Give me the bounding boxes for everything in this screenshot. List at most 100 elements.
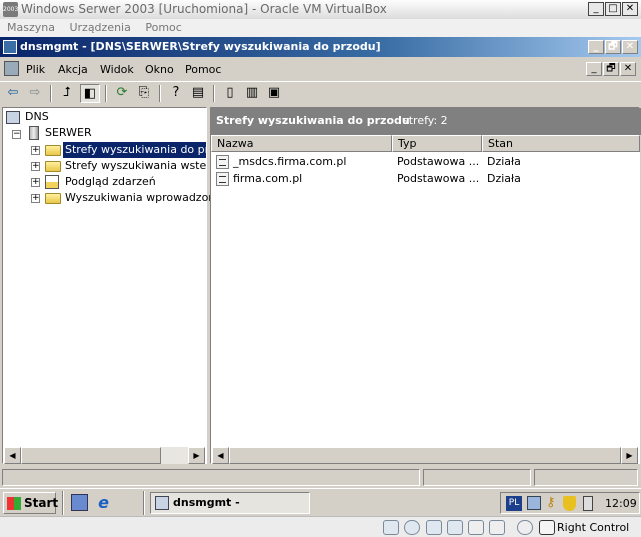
results-pane: Strefy wyszukiwania do przodu strefy: 2 … bbox=[210, 107, 641, 464]
tree-node-forward-zones[interactable]: Strefy wyszukiwania do przodu bbox=[63, 142, 206, 158]
status-panel-main bbox=[2, 469, 420, 486]
virtualbox-statusbar: Right Control bbox=[0, 516, 641, 537]
video-capture-icon[interactable] bbox=[517, 520, 533, 535]
security-shield-icon[interactable] bbox=[563, 496, 576, 511]
vb-minimize-button[interactable]: _ bbox=[588, 2, 604, 16]
device-icon[interactable] bbox=[583, 496, 593, 511]
network-icon[interactable] bbox=[527, 496, 541, 510]
expand-reverse-zones-icon[interactable]: + bbox=[31, 162, 40, 171]
windows-logo-icon bbox=[7, 497, 21, 510]
properties-icon[interactable]: ▤ bbox=[188, 84, 208, 103]
show-tree-icon[interactable]: ◧ bbox=[80, 84, 100, 103]
internet-explorer-icon[interactable]: e bbox=[95, 494, 112, 511]
forward-arrow-icon[interactable]: ⇨ bbox=[25, 84, 45, 103]
child-minimize-button[interactable]: _ bbox=[586, 62, 602, 76]
virtualbox-menubar: Maszyna Urządzenia Pomoc bbox=[0, 19, 641, 37]
collapse-server-icon[interactable]: − bbox=[12, 130, 21, 139]
column-header-typ[interactable]: Typ bbox=[392, 135, 482, 152]
virtualbox-window-title: Windows Serwer 2003 [Uruchomiona] - Orac… bbox=[21, 2, 387, 16]
system-tray: PL ⚷ 12:09 bbox=[500, 492, 640, 514]
show-desktop-icon[interactable] bbox=[71, 494, 88, 511]
server-icon[interactable]: ▯ bbox=[220, 84, 240, 103]
menu-akcja[interactable]: Akcja bbox=[58, 63, 88, 76]
help-icon[interactable]: ? bbox=[166, 84, 186, 103]
list-horizontal-scrollbar[interactable]: ◀ ▶ bbox=[212, 447, 638, 464]
tree-node-serwer[interactable]: SERWER bbox=[45, 125, 92, 141]
start-button[interactable]: Start bbox=[3, 492, 58, 514]
mmc-restore-button[interactable]: 🗗 bbox=[605, 40, 621, 54]
mmc-close-button[interactable]: ✕ bbox=[622, 40, 638, 54]
mmc-menubar: Plik Akcja Widok Okno Pomoc _ 🗗 ✕ bbox=[0, 58, 641, 80]
column-header-stan[interactable]: Stan bbox=[482, 135, 640, 152]
optical-drive-icon[interactable] bbox=[404, 520, 420, 535]
child-restore-button[interactable]: 🗗 bbox=[603, 62, 619, 76]
menu-widok[interactable]: Widok bbox=[100, 63, 134, 76]
virtualbox-titlebar: 2003 Windows Serwer 2003 [Uruchomiona] -… bbox=[0, 0, 641, 19]
column-header-nazwa[interactable]: Nazwa bbox=[211, 135, 392, 152]
dns-root-icon bbox=[6, 111, 20, 124]
windows-taskbar: Start e dnsmgmt - [DNS\SER... PL ⚷ 12:09 bbox=[0, 488, 641, 529]
back-arrow-icon[interactable]: ⇦ bbox=[3, 84, 23, 103]
results-title: Strefy wyszukiwania do przodu bbox=[216, 114, 410, 127]
vb-menu-maszyna[interactable]: Maszyna bbox=[7, 21, 55, 34]
results-header: Strefy wyszukiwania do przodu strefy: 2 bbox=[211, 108, 641, 135]
mmc-minimize-button[interactable]: _ bbox=[588, 40, 604, 54]
taskbar-item-dnsmgmt[interactable]: dnsmgmt - [DNS\SER... bbox=[150, 492, 310, 529]
export-list-icon[interactable]: ⎘ bbox=[134, 84, 154, 103]
scroll-left-icon[interactable]: ◀ bbox=[4, 447, 21, 464]
display-icon[interactable] bbox=[489, 520, 505, 535]
scroll-thumb[interactable] bbox=[229, 447, 621, 464]
notes-icon[interactable]: ▥ bbox=[242, 84, 262, 103]
tree-node-event-viewer[interactable]: Podgląd zdarzeń bbox=[65, 174, 156, 190]
toolbar: ⇦ ⇨ ⮥ ◧ ⟳ ⎘ ? ▤ ▯ ▥ ▣ bbox=[0, 81, 641, 105]
scroll-right-icon[interactable]: ▶ bbox=[188, 447, 205, 464]
scroll-thumb[interactable] bbox=[21, 447, 161, 464]
tree-horizontal-scrollbar[interactable]: ◀ ▶ bbox=[4, 447, 205, 464]
dns-console-icon bbox=[155, 496, 169, 510]
scroll-right-icon[interactable]: ▶ bbox=[621, 447, 638, 464]
hard-disk-icon[interactable] bbox=[383, 520, 399, 535]
mmc-window-title: dnsmgmt - [DNS\SERWER\Strefy wyszukiwani… bbox=[20, 40, 381, 53]
network-adapter-icon[interactable] bbox=[447, 520, 463, 535]
vb-close-button[interactable]: ✕ bbox=[622, 2, 638, 16]
status-panel-2 bbox=[423, 469, 531, 486]
vb-maximize-button[interactable]: □ bbox=[605, 2, 621, 16]
usb-icon[interactable] bbox=[426, 520, 442, 535]
host-key-label: Right Control bbox=[557, 521, 630, 534]
scroll-left-icon[interactable]: ◀ bbox=[212, 447, 229, 464]
tree-node-dns[interactable]: DNS bbox=[25, 109, 49, 125]
child-close-button[interactable]: ✕ bbox=[620, 62, 636, 76]
folder-icon bbox=[45, 145, 61, 156]
list-item[interactable]: _msdcs.firma.com.pl Podstawowa ... Dział… bbox=[211, 153, 639, 170]
event-viewer-icon bbox=[45, 175, 59, 189]
expand-forward-zones-icon[interactable]: + bbox=[31, 146, 40, 155]
console-menu-icon[interactable] bbox=[4, 61, 19, 76]
expand-event-viewer-icon[interactable]: + bbox=[31, 178, 40, 187]
mmc-titlebar: dnsmgmt - [DNS\SERWER\Strefy wyszukiwani… bbox=[0, 37, 641, 57]
dns-console-icon bbox=[3, 40, 17, 54]
server-icon bbox=[29, 126, 39, 140]
status-bar bbox=[0, 467, 641, 487]
virtualbox-logo-icon: 2003 bbox=[3, 2, 18, 17]
results-count: strefy: 2 bbox=[403, 114, 448, 127]
mouse-integration-icon[interactable] bbox=[539, 520, 555, 535]
up-folder-icon[interactable]: ⮥ bbox=[57, 84, 77, 103]
tree-node-conditional-forwarders[interactable]: Wyszukiwania wprowadzone bbox=[65, 190, 222, 206]
expand-conditional-forwarders-icon[interactable]: + bbox=[31, 194, 40, 203]
vb-menu-pomoc[interactable]: Pomoc bbox=[145, 21, 181, 34]
clock: 12:09 bbox=[605, 497, 637, 510]
menu-okno[interactable]: Okno bbox=[145, 63, 174, 76]
new-zone-icon[interactable]: ▣ bbox=[264, 84, 284, 103]
menu-plik[interactable]: Plik bbox=[26, 63, 45, 76]
status-panel-3 bbox=[534, 469, 638, 486]
vb-menu-urzadzenia[interactable]: Urządzenia bbox=[69, 21, 130, 34]
dns-zone-icon bbox=[216, 172, 229, 186]
refresh-icon[interactable]: ⟳ bbox=[112, 84, 132, 103]
menu-pomoc[interactable]: Pomoc bbox=[185, 63, 221, 76]
language-indicator[interactable]: PL bbox=[506, 496, 522, 511]
console-tree: DNS − SERWER + Strefy wyszukiwania do pr… bbox=[2, 107, 222, 464]
tree-node-reverse-zones[interactable]: Strefy wyszukiwania wstecznego bbox=[65, 158, 206, 174]
list-item[interactable]: firma.com.pl Podstawowa ... Działa bbox=[211, 170, 639, 187]
shared-folders-icon[interactable] bbox=[468, 520, 484, 535]
keys-icon[interactable]: ⚷ bbox=[546, 495, 556, 510]
